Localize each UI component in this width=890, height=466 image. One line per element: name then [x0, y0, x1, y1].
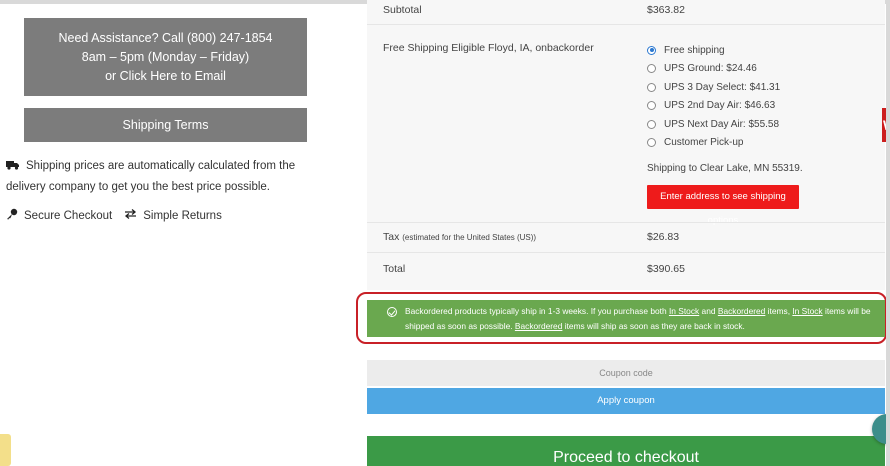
notice-text: items, [765, 306, 793, 316]
in-stock-link[interactable]: In Stock [792, 306, 822, 316]
shipping-option-ups-2nd-day[interactable]: UPS 2nd Day Air: $46.63 [647, 97, 780, 116]
shipping-label: Free Shipping Eligible Floyd, IA, onback… [383, 42, 594, 54]
notice-text: Backordered products typically ship in 1… [405, 306, 669, 316]
total-label: Total [383, 263, 406, 275]
shipping-options: Free shipping UPS Ground: $24.46 UPS 3 D… [647, 41, 780, 152]
subtotal-label: Subtotal [383, 4, 422, 16]
shipping-option-ups-3day[interactable]: UPS 3 Day Select: $41.31 [647, 78, 780, 97]
shipping-option-ups-next-day[interactable]: UPS Next Day Air: $55.58 [647, 115, 780, 134]
check-circle-icon [387, 307, 397, 317]
assist-line-1: Need Assistance? Call (800) 247-1854 [58, 31, 273, 45]
shipping-option-free[interactable]: Free shipping [647, 41, 780, 60]
tax-label-row: Tax (estimated for the United States (US… [383, 231, 536, 243]
frame-right [886, 0, 890, 466]
simple-returns-label: Simple Returns [143, 209, 222, 222]
total-value: $390.65 [647, 263, 685, 275]
side-tab[interactable] [0, 434, 11, 466]
cart-totals-table: Subtotal $363.82 Free Shipping Eligible … [367, 0, 885, 290]
shipping-option-label: Free shipping [664, 44, 725, 56]
backorder-notice: Backordered products typically ship in 1… [367, 300, 885, 337]
shipping-note-text: Shipping prices are automatically calcul… [6, 160, 296, 193]
assistance-contact-box[interactable]: Need Assistance? Call (800) 247-1854 8am… [24, 18, 307, 96]
secure-checkout-label: Secure Checkout [24, 209, 113, 222]
cart-page: Need Assistance? Call (800) 247-1854 8am… [0, 0, 890, 466]
assist-line-2: 8am – 5pm (Monday – Friday) [81, 50, 250, 64]
assist-line-3: or Click Here to Email [105, 69, 226, 83]
radio-ups-3day[interactable] [647, 82, 656, 92]
shipping-option-label: UPS 3 Day Select: $41.31 [664, 81, 781, 93]
truck-icon [6, 157, 20, 177]
backordered-link[interactable]: Backordered [718, 306, 766, 316]
apply-coupon-button[interactable]: Apply coupon [367, 388, 885, 414]
radio-ups-next-day[interactable] [647, 119, 656, 129]
tax-note: (estimated for the United States (US)) [402, 233, 537, 242]
radio-ups-ground[interactable] [647, 64, 656, 74]
subtotal-value: $363.82 [647, 4, 685, 16]
shipping-option-label: UPS Next Day Air: $55.58 [664, 118, 780, 130]
shipping-option-ups-ground[interactable]: UPS Ground: $24.46 [647, 60, 780, 79]
shipping-option-label: UPS 2nd Day Air: $46.63 [664, 100, 776, 112]
shipping-option-label: Customer Pick-up [664, 137, 744, 149]
backordered-link[interactable]: Backordered [515, 321, 563, 331]
radio-ups-2nd-day[interactable] [647, 101, 656, 111]
shipping-option-label: UPS Ground: $24.46 [664, 63, 757, 75]
shipping-option-pickup[interactable]: Customer Pick-up [647, 134, 780, 153]
swap-arrows-icon [124, 209, 137, 222]
shipping-destination: Shipping to Clear Lake, MN 55319. [647, 163, 803, 174]
shipping-note: Shipping prices are automatically calcul… [6, 156, 326, 197]
enter-address-button[interactable]: Enter address to see shipping options [647, 185, 799, 226]
radio-customer-pickup[interactable] [647, 138, 656, 148]
notice-text: and [699, 306, 718, 316]
key-icon [6, 208, 18, 223]
shipping-terms-button[interactable]: Shipping Terms [24, 108, 307, 142]
in-stock-link[interactable]: In Stock [669, 306, 699, 316]
tax-value: $26.83 [647, 231, 680, 243]
proceed-to-checkout-button[interactable]: Proceed to checkout [367, 436, 885, 466]
radio-free-shipping[interactable] [647, 45, 656, 55]
tax-label: Tax [383, 231, 400, 243]
coupon-code-input[interactable] [367, 360, 885, 386]
notice-text: items will ship as soon as they are back… [562, 321, 745, 331]
trust-row: Secure Checkout Simple Returns [6, 208, 222, 223]
